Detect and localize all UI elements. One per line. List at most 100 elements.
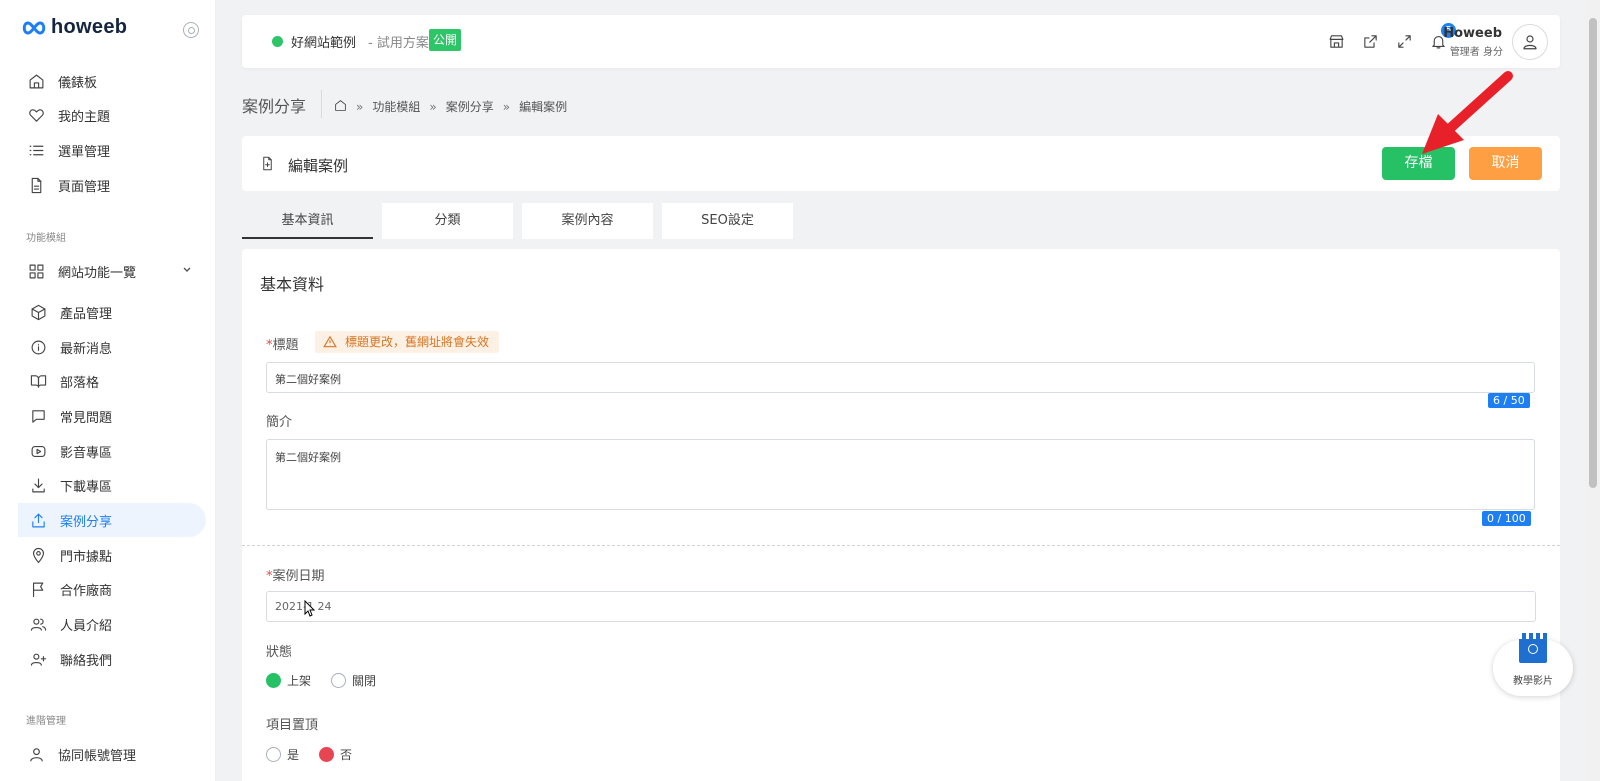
chevron-down-icon — [183, 267, 191, 272]
share-icon — [28, 510, 48, 530]
user-name: Howeeb — [1443, 26, 1502, 41]
box-icon — [28, 302, 48, 322]
brand-name: howeeb — [51, 16, 128, 38]
scroll-thumb[interactable] — [1589, 18, 1597, 488]
sidebar-item-label: 我的主題 — [58, 109, 111, 125]
user-icon — [1523, 35, 1537, 50]
sidebar-item-dashboard[interactable]: 儀錶板 — [14, 64, 206, 98]
external-link-icon[interactable] — [1360, 31, 1380, 51]
breadcrumb-separator: » — [502, 99, 511, 114]
sidebar-item-label: 影音專區 — [60, 445, 113, 461]
home-icon[interactable] — [334, 99, 347, 115]
public-badge: 公開 — [429, 29, 462, 51]
site-name[interactable]: 好網站範例 — [291, 32, 356, 51]
date-input[interactable]: 2021-1 24 — [266, 591, 1536, 622]
sidebar-item-downloads[interactable]: 下載專區 — [18, 468, 206, 502]
tab-category[interactable]: 分類 — [382, 203, 513, 239]
users-icon — [28, 614, 48, 634]
store-icon[interactable] — [1326, 31, 1346, 51]
breadcrumb-divider — [321, 90, 322, 118]
plan-label: - 試用方案 — [368, 36, 429, 51]
red-arrow-annotation — [1422, 71, 1513, 154]
intro-textarea[interactable]: 第二個好案例 — [266, 439, 1535, 510]
video-icon — [28, 441, 48, 461]
title-label: *標題 — [266, 338, 299, 353]
sidebar-item-news[interactable]: 最新消息 — [18, 330, 206, 364]
section-divider — [242, 545, 1560, 546]
breadcrumb-item[interactable]: 功能模組 — [372, 98, 420, 115]
sidebar: howeeb 儀錶板 我的主題 選單管理 頁面管理 功能模組 網站功能一覽 產品… — [0, 0, 216, 781]
tutorial-label: 教學影片 — [1513, 676, 1553, 687]
breadcrumb-item[interactable]: 案例分享 — [446, 98, 494, 115]
list-icon — [26, 140, 46, 160]
title-char-counter: 6 / 50 — [1488, 393, 1530, 408]
avatar[interactable] — [1512, 24, 1548, 60]
logo[interactable]: howeeb — [21, 16, 127, 39]
breadcrumb-separator: » — [356, 99, 364, 114]
intro-label: 簡介 — [266, 415, 293, 430]
pin-yes-radio[interactable]: 是 — [266, 746, 299, 763]
sidebar-item-faq[interactable]: 常見問題 — [18, 399, 206, 433]
breadcrumb-current: 編輯案例 — [519, 100, 568, 114]
date-label: *案例日期 — [266, 569, 325, 584]
section-title: 基本資料 — [260, 275, 325, 294]
top-header: 好網站範例 - 試用方案 公開 5 Howeeb 管理者 身分 — [242, 15, 1560, 68]
sidebar-item-label: 儀錶板 — [58, 75, 98, 91]
sidebar-item-collab-accounts[interactable]: 協同帳號管理 — [14, 737, 206, 771]
file-plus-icon — [260, 156, 275, 175]
tutorial-video-widget[interactable]: 教學影片 — [1493, 633, 1573, 696]
tab-case-content[interactable]: 案例內容 — [522, 203, 653, 239]
pin-no-radio[interactable]: 否 — [319, 746, 352, 763]
sidebar-item-label: 常見問題 — [60, 410, 113, 426]
sidebar-item-label: 人員介紹 — [60, 618, 113, 634]
scrollbar[interactable] — [1585, 0, 1600, 781]
user-icon — [26, 744, 46, 764]
sidebar-item-stores[interactable]: 門市據點 — [18, 538, 206, 572]
tab-seo-settings[interactable]: SEO設定 — [662, 203, 793, 239]
sidebar-item-label: 部落格 — [60, 375, 100, 391]
grid-icon — [26, 261, 46, 281]
tab-basic-info[interactable]: 基本資訊 — [242, 203, 373, 239]
heart-icon — [26, 105, 46, 125]
infinity-logo-icon — [22, 20, 46, 35]
sidebar-item-staff[interactable]: 人員介紹 — [18, 607, 206, 641]
status-on-radio[interactable]: 上架 — [266, 672, 311, 689]
sidebar-item-my-theme[interactable]: 我的主題 — [14, 98, 206, 132]
sidebar-item-label: 產品管理 — [60, 306, 113, 322]
download-icon — [28, 475, 48, 495]
title-warning: 標題更改，舊網址將會失效 — [315, 331, 500, 353]
breadcrumb: » 功能模組 » 案例分享 » 編輯案例 — [334, 98, 567, 115]
sidebar-item-case-share[interactable]: 案例分享 — [18, 503, 206, 537]
sidebar-item-label: 聯絡我們 — [60, 653, 113, 669]
sidebar-item-menu-management[interactable]: 選單管理 — [14, 133, 206, 167]
sidebar-item-blog[interactable]: 部落格 — [18, 364, 206, 398]
warning-icon — [323, 335, 337, 348]
sidebar-item-contact[interactable]: 聯絡我們 — [18, 642, 206, 676]
status-label: 狀態 — [266, 645, 293, 660]
sidebar-item-site-features[interactable]: 網站功能一覽 — [14, 254, 206, 288]
sidebar-item-label: 頁面管理 — [58, 179, 111, 195]
sidebar-item-video[interactable]: 影音專區 — [18, 434, 206, 468]
sidebar-item-page-management[interactable]: 頁面管理 — [14, 168, 206, 202]
title-input[interactable]: 第二個好案例 — [266, 362, 1535, 393]
page-title: 案例分享 — [242, 97, 307, 116]
fullscreen-icon[interactable] — [1394, 31, 1414, 51]
user-plus-icon — [28, 649, 48, 669]
message-icon — [28, 406, 48, 426]
user-role: 管理者 身分 — [1449, 47, 1503, 58]
home-icon — [26, 71, 46, 91]
sidebar-item-products[interactable]: 產品管理 — [18, 295, 206, 329]
sidebar-item-label: 選單管理 — [58, 144, 111, 160]
file-icon — [26, 175, 46, 195]
breadcrumb-separator: » — [429, 99, 437, 114]
mouse-cursor-icon — [304, 600, 316, 617]
sidebar-item-partners[interactable]: 合作廠商 — [18, 572, 206, 606]
header-actions: 5 — [1326, 23, 1456, 51]
section-label-advanced: 進階管理 — [26, 716, 66, 727]
sidebar-toggle-icon[interactable] — [183, 22, 199, 38]
pin-label: 項目置頂 — [266, 718, 319, 733]
section-label-modules: 功能模組 — [26, 233, 66, 244]
sidebar-item-label: 協同帳號管理 — [58, 748, 137, 764]
sidebar-item-label: 下載專區 — [60, 479, 113, 495]
status-off-radio[interactable]: 關閉 — [331, 672, 376, 689]
